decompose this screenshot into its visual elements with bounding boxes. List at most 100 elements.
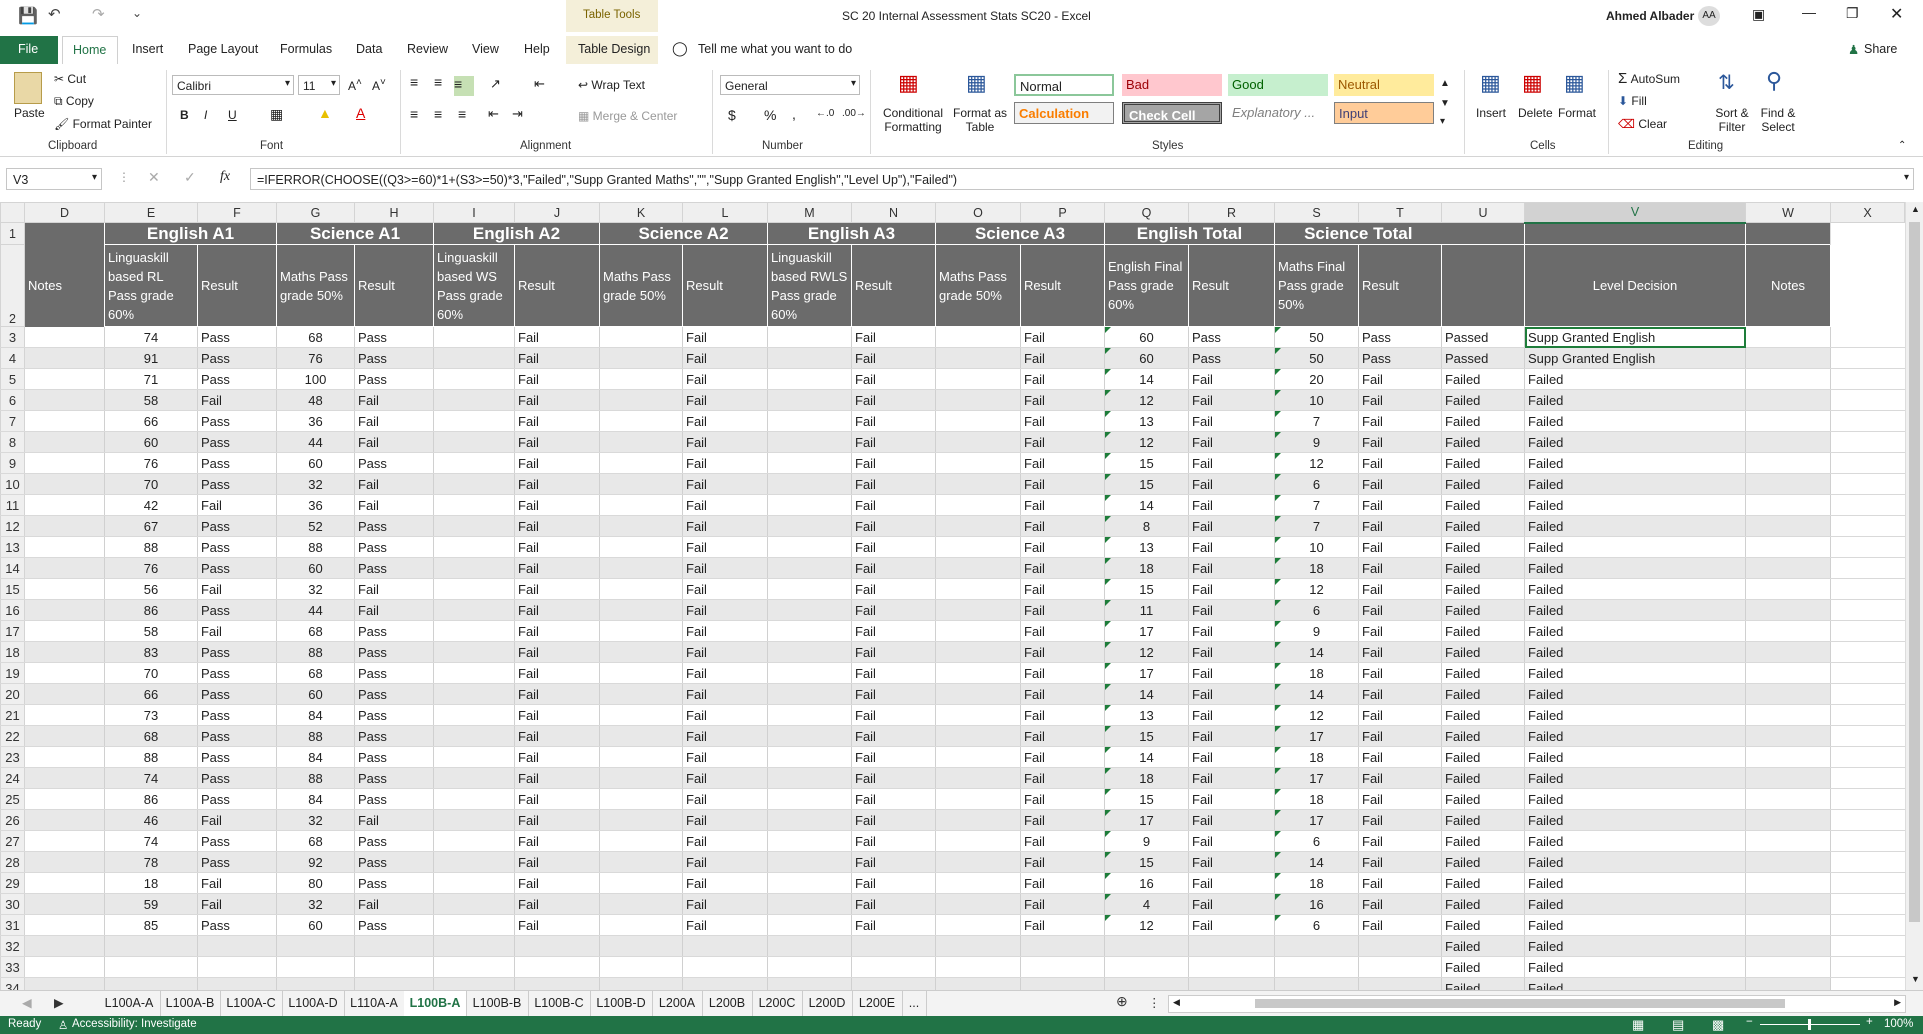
cell[interactable] xyxy=(1830,746,1905,768)
cell[interactable] xyxy=(104,935,198,957)
cell[interactable]: Fail xyxy=(1188,830,1275,852)
cell[interactable]: Fail xyxy=(1188,389,1275,411)
cut-button[interactable]: ✂ Cut xyxy=(54,72,86,86)
cell[interactable]: Pass xyxy=(354,347,434,369)
cell[interactable]: Pass xyxy=(354,515,434,537)
cell[interactable]: Pass xyxy=(197,410,277,432)
zoom-in-icon[interactable]: + xyxy=(1866,1016,1873,1028)
cell[interactable]: Fail xyxy=(851,515,936,537)
cell[interactable]: Fail xyxy=(682,830,768,852)
insert-cells-icon[interactable]: ▦ xyxy=(1480,70,1501,96)
cell[interactable] xyxy=(1104,977,1189,990)
cell[interactable] xyxy=(935,494,1021,516)
cell[interactable] xyxy=(599,704,683,726)
cell[interactable]: Pass xyxy=(197,914,277,936)
cell[interactable] xyxy=(433,830,515,852)
cell[interactable] xyxy=(767,830,852,852)
fill-button[interactable]: ⬇ Fill xyxy=(1618,94,1647,108)
cell[interactable]: 74 xyxy=(104,326,198,348)
cell[interactable]: Failed xyxy=(1441,473,1525,495)
cell[interactable] xyxy=(1441,222,1525,245)
cell[interactable]: Pass xyxy=(197,515,277,537)
cell[interactable]: Failed xyxy=(1524,662,1746,684)
cell[interactable] xyxy=(24,410,105,432)
cell[interactable]: 6 xyxy=(1274,830,1359,852)
cell[interactable]: 14 xyxy=(1274,683,1359,705)
cell[interactable] xyxy=(24,222,105,245)
cell[interactable] xyxy=(1830,578,1905,600)
cell[interactable]: Fail xyxy=(851,620,936,642)
cell[interactable]: Fail xyxy=(197,578,277,600)
cell[interactable]: 8 xyxy=(1104,515,1189,537)
style-neutral[interactable]: Neutral xyxy=(1334,74,1434,96)
cell[interactable] xyxy=(767,704,852,726)
column-header[interactable]: X xyxy=(1830,202,1905,223)
cell[interactable]: Fail xyxy=(514,452,600,474)
cell[interactable] xyxy=(1358,956,1442,978)
row-header[interactable]: 25 xyxy=(0,788,25,810)
share-button[interactable]: Share xyxy=(1864,42,1897,56)
cell[interactable]: 50 xyxy=(1274,347,1359,369)
cell[interactable]: Fail xyxy=(682,620,768,642)
cell[interactable] xyxy=(1745,515,1831,537)
column-header[interactable]: M xyxy=(767,202,852,223)
align-top-icon[interactable]: ≡ xyxy=(410,74,418,90)
cell[interactable]: Failed xyxy=(1524,620,1746,642)
cell[interactable]: Fail xyxy=(1358,872,1442,894)
page-layout-view-icon[interactable]: ▤ xyxy=(1672,1017,1684,1033)
cell[interactable]: 60 xyxy=(104,431,198,453)
cell[interactable]: Fail xyxy=(682,515,768,537)
cell[interactable] xyxy=(197,956,277,978)
align-bottom-icon[interactable]: ≡ xyxy=(454,76,474,96)
cell[interactable] xyxy=(433,410,515,432)
sheet-tab[interactable]: L200A xyxy=(652,991,703,1017)
column-header[interactable]: K xyxy=(599,202,683,223)
cell[interactable] xyxy=(1020,935,1105,957)
cell[interactable]: Fail xyxy=(1188,788,1275,810)
cell[interactable]: Fail xyxy=(1020,536,1105,558)
cell[interactable]: Fail xyxy=(1188,809,1275,831)
cell[interactable] xyxy=(1830,788,1905,810)
formula-input[interactable]: =IFERROR(CHOOSE((Q3>=60)*1+(S3>=50)*3,"F… xyxy=(250,168,1914,190)
sub-header[interactable]: Result xyxy=(851,244,936,327)
cell[interactable] xyxy=(24,389,105,411)
cell[interactable]: Fail xyxy=(1188,578,1275,600)
cell[interactable] xyxy=(24,431,105,453)
cell[interactable]: 15 xyxy=(1104,851,1189,873)
cell[interactable] xyxy=(1020,977,1105,990)
cell[interactable]: 16 xyxy=(1104,872,1189,894)
cell[interactable] xyxy=(767,767,852,789)
tab-help[interactable]: Help xyxy=(524,42,550,56)
cell[interactable] xyxy=(767,977,852,990)
cell[interactable]: Failed xyxy=(1441,788,1525,810)
cell[interactable] xyxy=(599,620,683,642)
cell[interactable]: Failed xyxy=(1524,914,1746,936)
cell[interactable]: 66 xyxy=(104,410,198,432)
cell[interactable] xyxy=(767,368,852,390)
cell[interactable]: Fail xyxy=(1188,767,1275,789)
cell[interactable] xyxy=(935,767,1021,789)
cell[interactable]: Pass xyxy=(1188,347,1275,369)
cell[interactable]: Fail xyxy=(1188,872,1275,894)
cell[interactable]: Fail xyxy=(1020,431,1105,453)
cell[interactable]: Fail xyxy=(1358,515,1442,537)
ribbon-display-icon[interactable]: ▣ xyxy=(1752,6,1765,23)
align-middle-icon[interactable]: ≡ xyxy=(434,74,442,90)
cell[interactable] xyxy=(1830,977,1905,990)
cell[interactable] xyxy=(682,977,768,990)
cell[interactable] xyxy=(354,977,434,990)
cell[interactable]: 88 xyxy=(104,536,198,558)
row-header[interactable]: 11 xyxy=(0,494,25,516)
cell[interactable] xyxy=(24,452,105,474)
cell[interactable]: Fail xyxy=(1188,368,1275,390)
cell[interactable]: Fail xyxy=(682,473,768,495)
cell[interactable] xyxy=(767,347,852,369)
cell[interactable]: Failed xyxy=(1524,368,1746,390)
delete-button[interactable]: Delete xyxy=(1518,106,1553,120)
row-header[interactable]: 19 xyxy=(0,662,25,684)
cell[interactable] xyxy=(1830,536,1905,558)
sheet-tab[interactable]: L200C xyxy=(752,991,803,1017)
column-header[interactable]: T xyxy=(1358,202,1442,223)
cell[interactable]: Failed xyxy=(1524,830,1746,852)
cell[interactable]: 88 xyxy=(276,725,355,747)
